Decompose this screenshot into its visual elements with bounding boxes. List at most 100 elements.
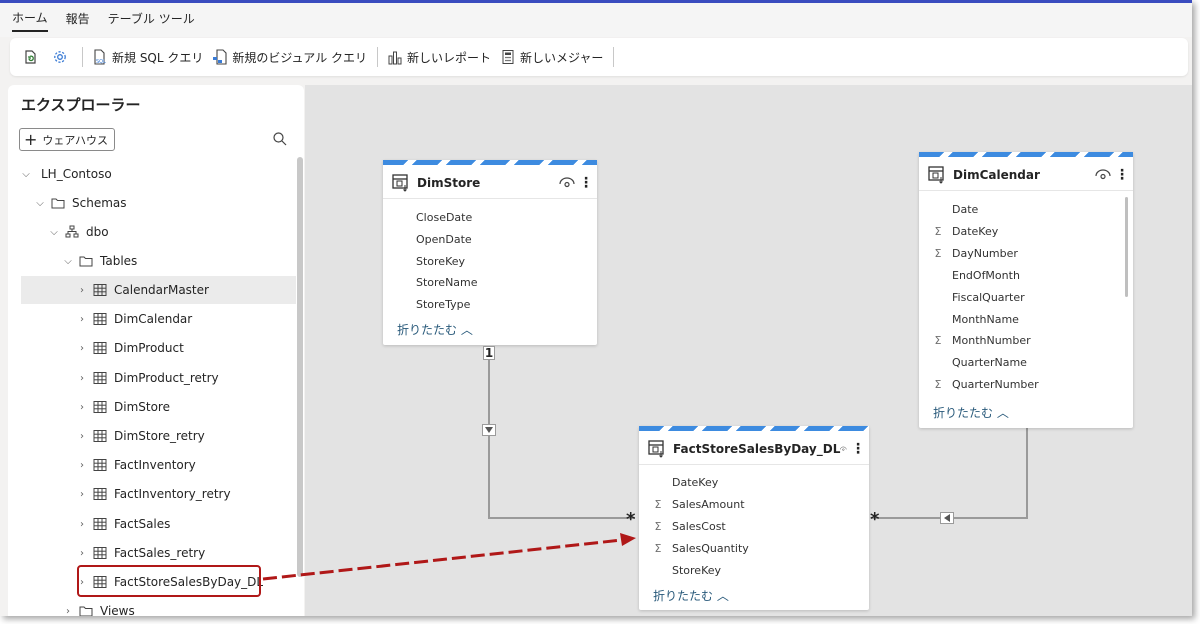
chevron-right-icon: › — [66, 605, 70, 617]
column-item[interactable]: StoreType — [395, 294, 470, 314]
explorer-scrollbar[interactable] — [297, 157, 303, 577]
more-options-icon[interactable]: ⋮ — [579, 176, 593, 190]
table-grid-icon — [93, 429, 107, 443]
new-measure-label: 新しいメジャー — [520, 50, 604, 65]
tree-item-table[interactable]: › DimStore_retry — [21, 422, 205, 450]
new-visual-query-button[interactable]: 新規のビジュアル クエリ — [211, 48, 367, 66]
column-item[interactable]: Σ SalesAmount — [651, 494, 745, 514]
table-label: FactSales_retry — [114, 546, 206, 560]
chevron-right-icon: › — [80, 342, 84, 354]
column-item[interactable]: EndOfMonth — [931, 265, 1020, 285]
lakehouse-label: LH_Contoso — [41, 167, 112, 181]
tab-home[interactable]: ホーム — [12, 9, 48, 32]
table-name: DimCalendar — [953, 168, 1040, 182]
table-grid-icon — [93, 341, 107, 355]
tree-item-table[interactable]: › CalendarMaster — [21, 276, 296, 304]
column-item[interactable]: QuarterName — [931, 352, 1027, 372]
column-item[interactable]: Σ SalesCost — [651, 516, 726, 536]
schema-icon — [65, 225, 79, 239]
chevron-right-icon: › — [80, 488, 84, 500]
search-icon[interactable] — [272, 131, 288, 147]
tree-item-views[interactable]: › Views — [63, 597, 135, 616]
settings-button[interactable] — [51, 48, 72, 66]
more-options-icon[interactable]: ⋮ — [851, 442, 865, 456]
column-name: DayNumber — [952, 246, 1018, 260]
table-icon — [927, 164, 947, 187]
tree-item-table[interactable]: › FactInventory — [21, 451, 196, 479]
column-item[interactable]: StoreName — [395, 272, 478, 292]
more-options-icon[interactable]: ⋮ — [1115, 168, 1129, 182]
gear-icon — [51, 48, 69, 66]
column-name: StoreType — [416, 297, 471, 311]
folder-icon — [51, 196, 65, 210]
eye-icon[interactable] — [1095, 169, 1111, 181]
chevron-down-icon: ⌵ — [64, 255, 72, 267]
bar-chart-icon — [386, 48, 404, 66]
model-canvas[interactable]: DimStore ⋮ CloseDate OpenDate StoreKey Stor… — [305, 85, 1192, 616]
tree-item-table[interactable]: › DimStore — [21, 393, 170, 421]
toolbar-divider — [377, 47, 379, 67]
column-name: DateKey — [952, 224, 999, 238]
tree-item-table[interactable]: › DimProduct_retry — [21, 364, 219, 392]
table-name: DimStore — [417, 176, 481, 190]
sigma-icon: Σ — [934, 377, 942, 391]
eye-icon[interactable] — [840, 443, 847, 455]
card-stripe — [639, 426, 869, 431]
column-item[interactable]: Σ SalesQuantity — [651, 538, 749, 558]
ribbon-tabs: ホーム 報告 テーブル ツール — [0, 3, 1192, 37]
table-grid-icon — [93, 546, 107, 560]
explorer-title: エクスプローラー — [21, 96, 141, 114]
table-label: DimCalendar — [114, 312, 193, 326]
add-warehouse-button[interactable]: + ウェアハウス — [19, 128, 115, 151]
tree-item-table[interactable]: › FactSales — [21, 510, 170, 538]
column-item[interactable]: StoreKey — [395, 251, 465, 271]
table-card-factstoresalesbyday[interactable]: FactStoreSalesByDay_DL ⋮ DateKey Σ SalesAm… — [639, 426, 869, 610]
column-item[interactable]: OpenDate — [395, 229, 472, 249]
new-sql-query-button[interactable]: SQL 新規 SQL クエリ — [91, 48, 203, 66]
sigma-icon: Σ — [654, 519, 662, 533]
new-measure-button[interactable]: 新しいメジャー — [499, 48, 603, 66]
column-item[interactable]: Σ MonthNumber — [931, 330, 1031, 350]
eye-icon[interactable] — [559, 177, 575, 189]
tree-item-table[interactable]: › FactSales_retry — [21, 539, 205, 567]
collapse-link[interactable]: 折りたたむ ︿ — [933, 404, 1009, 421]
column-item[interactable]: Date — [931, 199, 978, 219]
refresh-button[interactable] — [22, 48, 43, 66]
column-item[interactable]: StoreKey — [651, 560, 721, 580]
sql-file-icon: SQL — [91, 48, 109, 66]
card-scrollbar[interactable] — [1125, 197, 1128, 297]
column-name: CloseDate — [416, 210, 473, 224]
card-stripe — [919, 152, 1133, 157]
tables-label: Tables — [100, 254, 138, 268]
tab-table-tools[interactable]: テーブル ツール — [108, 10, 195, 31]
column-item[interactable]: DateKey — [651, 472, 718, 492]
tree-item-lakehouse[interactable]: ⌵ LH_Contoso — [21, 160, 112, 188]
column-name: QuarterNumber — [952, 377, 1039, 391]
tree-item-table[interactable]: › DimProduct — [21, 334, 184, 362]
column-item[interactable]: Σ DayNumber — [931, 243, 1018, 263]
tree-item-table[interactable]: › DimCalendar — [21, 305, 192, 333]
table-card-dimstore[interactable]: DimStore ⋮ CloseDate OpenDate StoreKey Stor… — [383, 160, 597, 345]
collapse-link[interactable]: 折りたたむ ︿ — [653, 587, 729, 604]
chevron-right-icon: › — [80, 518, 84, 530]
column-item[interactable]: Σ QuarterNumber — [931, 374, 1039, 394]
table-card-dimcalendar[interactable]: DimCalendar ⋮ Date Σ DateKey Σ DayNumber EndO… — [919, 152, 1133, 428]
tree-item-dbo[interactable]: ⌵ dbo — [49, 218, 108, 246]
table-name: FactStoreSalesByDay_DL — [673, 442, 841, 456]
tree-item-table[interactable]: › FactInventory_retry — [21, 480, 231, 508]
column-item[interactable]: Σ DateKey — [931, 221, 999, 241]
tree-item-schemas[interactable]: ⌵ Schemas — [35, 189, 126, 217]
chevron-right-icon: › — [80, 313, 84, 325]
refresh-icon — [22, 48, 40, 66]
tree-item-tables[interactable]: ⌵ Tables — [63, 247, 137, 275]
divider — [919, 190, 1133, 191]
column-item[interactable]: MonthName — [931, 309, 1019, 329]
column-item[interactable]: CloseDate — [395, 207, 472, 227]
tab-report[interactable]: 報告 — [66, 10, 90, 31]
new-report-button[interactable]: 新しいレポート — [386, 48, 491, 66]
collapse-link[interactable]: 折りたたむ ︿ — [397, 321, 473, 338]
column-name: MonthNumber — [952, 333, 1031, 347]
column-item[interactable]: FiscalQuarter — [931, 287, 1025, 307]
column-name: SalesCost — [672, 519, 726, 533]
visual-query-icon — [211, 48, 229, 66]
